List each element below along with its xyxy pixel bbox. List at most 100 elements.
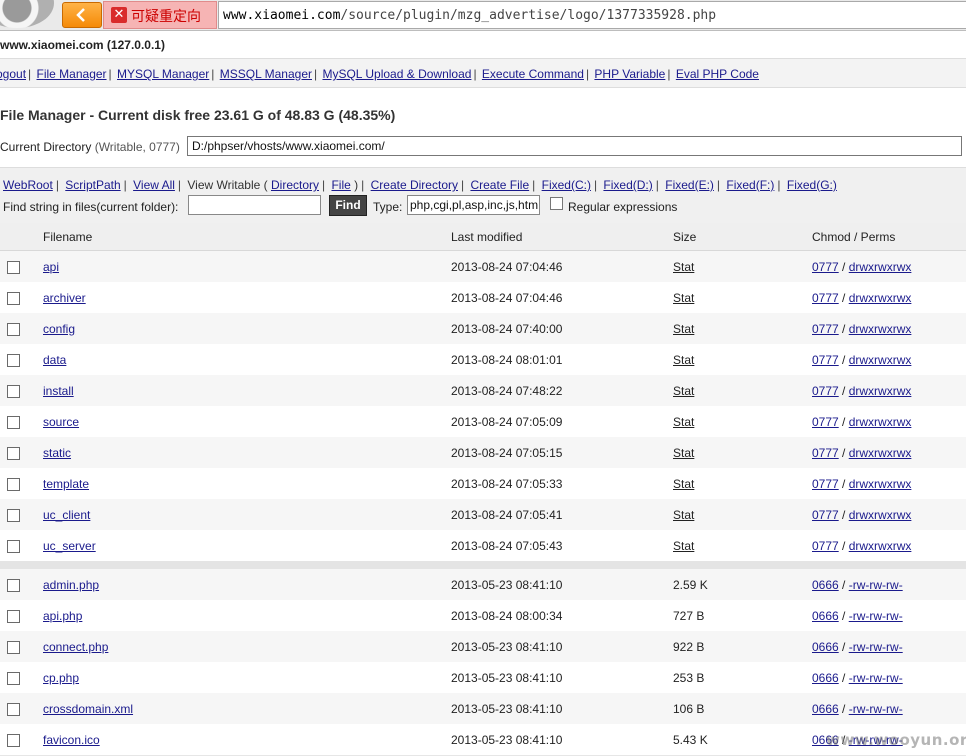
nav-mysql-manager[interactable]: MYSQL Manager [117,67,209,81]
nav-php-variable[interactable]: PHP Variable [594,67,665,81]
suspicious-redirect-warning[interactable]: ✕ 可疑重定向 [103,1,217,29]
directory-link[interactable]: uc_server [43,539,96,553]
nav-file-manager[interactable]: File Manager [37,67,107,81]
stat-link[interactable]: Stat [673,384,694,398]
chmod-link[interactable]: 0777 [812,508,839,522]
directory-link[interactable]: api [43,260,59,274]
file-link[interactable]: favicon.ico [43,733,100,747]
file-link[interactable]: api.php [43,609,82,623]
type-input[interactable]: php,cgi,pl,asp,inc,js,htm [407,195,540,215]
chmod-link[interactable]: 0666 [812,578,839,592]
chmod-link[interactable]: 0777 [812,477,839,491]
view-writable-file-link[interactable]: File [331,178,350,192]
stat-link[interactable]: Stat [673,322,694,336]
row-checkbox[interactable] [7,416,20,429]
row-checkbox[interactable] [7,672,20,685]
stat-link[interactable]: Stat [673,415,694,429]
chmod-link[interactable]: 0777 [812,260,839,274]
perms-link[interactable]: drwxrwxrwx [849,415,912,429]
directory-link[interactable]: config [43,322,75,336]
stat-link[interactable]: Stat [673,539,694,553]
row-checkbox[interactable] [7,447,20,460]
file-link[interactable]: cp.php [43,671,79,685]
drive-d-link[interactable]: Fixed(D:) [603,178,652,192]
perms-link[interactable]: drwxrwxrwx [849,260,912,274]
directory-link[interactable]: data [43,353,66,367]
stat-link[interactable]: Stat [673,508,694,522]
row-checkbox[interactable] [7,354,20,367]
chmod-link[interactable]: 0777 [812,291,839,305]
directory-link[interactable]: source [43,415,79,429]
back-button[interactable] [62,2,102,28]
row-checkbox[interactable] [7,734,20,747]
nav-mysql-upload-download[interactable]: MySQL Upload & Download [322,67,471,81]
scriptpath-link[interactable]: ScriptPath [65,178,120,192]
row-checkbox[interactable] [7,579,20,592]
drive-c-link[interactable]: Fixed(C:) [542,178,591,192]
chmod-link[interactable]: 0777 [812,384,839,398]
stat-link[interactable]: Stat [673,477,694,491]
view-writable-directory-link[interactable]: Directory [271,178,319,192]
row-checkbox[interactable] [7,385,20,398]
create-file-link[interactable]: Create File [470,178,529,192]
file-link[interactable]: admin.php [43,578,99,592]
perms-link[interactable]: -rw-rw-rw- [849,671,903,685]
current-directory-input[interactable]: D:/phpser/vhosts/www.xiaomei.com/ [187,136,962,156]
webroot-link[interactable]: WebRoot [3,178,53,192]
find-string-input[interactable] [188,195,321,215]
directory-link[interactable]: template [43,477,89,491]
nav-execute-command[interactable]: Execute Command [482,67,584,81]
chmod-link[interactable]: 0777 [812,446,839,460]
row-checkbox[interactable] [7,641,20,654]
row-checkbox[interactable] [7,323,20,336]
row-checkbox[interactable] [7,261,20,274]
chmod-link[interactable]: 0777 [812,415,839,429]
regex-checkbox[interactable] [550,197,563,210]
perms-link[interactable]: drwxrwxrwx [849,384,912,398]
create-directory-link[interactable]: Create Directory [371,178,458,192]
perms-link[interactable]: drwxrwxrwx [849,446,912,460]
directory-link[interactable]: archiver [43,291,86,305]
chmod-link[interactable]: 0666 [812,702,839,716]
row-checkbox[interactable] [7,610,20,623]
directory-link[interactable]: static [43,446,71,460]
perms-link[interactable]: -rw-rw-rw- [849,640,903,654]
address-bar[interactable]: www.xiaomei.com/source/plugin/mzg_advert… [218,1,966,29]
perms-link[interactable]: -rw-rw-rw- [849,578,903,592]
perms-link[interactable]: drwxrwxrwx [849,291,912,305]
chmod-link[interactable]: 0666 [812,640,839,654]
drive-e-link[interactable]: Fixed(E:) [665,178,714,192]
row-checkbox[interactable] [7,478,20,491]
nav-logout[interactable]: ogout [0,67,26,81]
row-checkbox[interactable] [7,703,20,716]
perms-link[interactable]: drwxrwxrwx [849,508,912,522]
drive-g-link[interactable]: Fixed(G:) [787,178,837,192]
stat-link[interactable]: Stat [673,446,694,460]
chmod-link[interactable]: 0777 [812,539,839,553]
directory-link[interactable]: install [43,384,74,398]
perms-link[interactable]: drwxrwxrwx [849,322,912,336]
row-checkbox[interactable] [7,509,20,522]
chmod-link[interactable]: 0666 [812,671,839,685]
file-link[interactable]: connect.php [43,640,108,654]
chmod-link[interactable]: 0777 [812,353,839,367]
perms-link[interactable]: drwxrwxrwx [849,353,912,367]
stat-link[interactable]: Stat [673,291,694,305]
perms-link[interactable]: -rw-rw-rw- [849,702,903,716]
stat-link[interactable]: Stat [673,353,694,367]
stat-link[interactable]: Stat [673,260,694,274]
chmod-link[interactable]: 0777 [812,322,839,336]
perms-link[interactable]: drwxrwxrwx [849,539,912,553]
drive-f-link[interactable]: Fixed(F:) [726,178,774,192]
warning-close-icon[interactable]: ✕ [111,7,127,23]
perms-link[interactable]: drwxrwxrwx [849,477,912,491]
row-checkbox[interactable] [7,292,20,305]
perms-link[interactable]: -rw-rw-rw- [849,609,903,623]
chmod-link[interactable]: 0666 [812,609,839,623]
directory-link[interactable]: uc_client [43,508,90,522]
view-all-link[interactable]: View All [133,178,175,192]
row-checkbox[interactable] [7,540,20,553]
nav-eval-php-code[interactable]: Eval PHP Code [676,67,759,81]
find-button[interactable]: Find [329,195,367,216]
nav-mssql-manager[interactable]: MSSQL Manager [220,67,312,81]
